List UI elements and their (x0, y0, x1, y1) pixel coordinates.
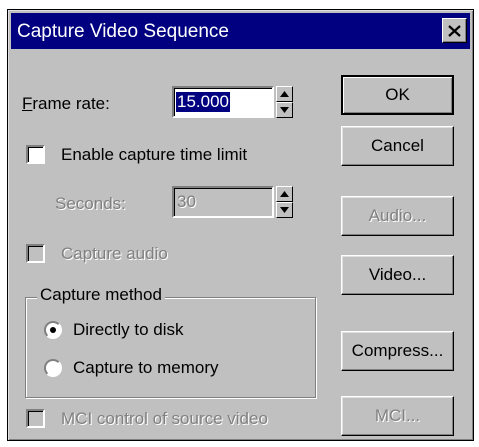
title-bar[interactable]: Capture Video Sequence (11, 13, 470, 49)
time-limit-label[interactable]: Enable capture time limit (61, 145, 247, 165)
seconds-label: Seconds: (55, 194, 126, 213)
frame-rate-label-text: rame rate: (32, 94, 110, 113)
radio-label-directly-to-disk[interactable]: Directly to disk (73, 320, 184, 340)
arrow-up-icon (280, 91, 289, 97)
capture-audio-label: Capture audio (61, 244, 168, 263)
frame-rate-label: Frame rate: (22, 94, 110, 113)
compress-button[interactable]: Compress... (341, 331, 454, 371)
seconds-value: 30 (177, 192, 196, 211)
frame-rate-down-button[interactable] (276, 102, 293, 118)
close-button[interactable] (442, 18, 467, 43)
arrow-up-icon (280, 191, 289, 197)
capture-method-group (25, 297, 316, 398)
mci-control-label: MCI control of source video (61, 409, 268, 428)
dialog-title: Capture Video Sequence (17, 21, 229, 42)
frame-rate-spinner[interactable] (276, 86, 293, 118)
radio-directly-to-disk[interactable] (44, 321, 62, 339)
capture-video-dialog: Capture Video Sequence Frame rate: 15.00… (7, 9, 474, 441)
arrow-down-icon (280, 207, 289, 213)
video-button[interactable]: Video... (341, 255, 454, 295)
close-icon (448, 24, 461, 37)
radio-label-capture-to-memory[interactable]: Capture to memory (73, 358, 219, 378)
frame-rate-input[interactable]: 15.000 (172, 86, 274, 118)
frame-rate-up-button[interactable] (276, 86, 293, 102)
capture-audio-checkbox[interactable] (26, 244, 45, 263)
capture-method-title: Capture method (37, 285, 165, 305)
audio-button[interactable]: Audio... (341, 196, 454, 236)
ok-button[interactable]: OK (341, 75, 454, 115)
seconds-input[interactable]: 30 (172, 186, 274, 218)
frame-rate-value: 15.000 (176, 92, 230, 112)
seconds-down-button[interactable] (276, 202, 293, 218)
time-limit-checkbox[interactable] (26, 145, 45, 164)
mci-control-checkbox[interactable] (26, 409, 45, 428)
cancel-button[interactable]: Cancel (341, 126, 454, 166)
radio-capture-to-memory[interactable] (44, 359, 62, 377)
seconds-spinner[interactable] (276, 186, 293, 218)
seconds-up-button[interactable] (276, 186, 293, 202)
radio-selected-dot (50, 327, 56, 333)
mci-button[interactable]: MCI... (341, 396, 454, 436)
arrow-down-icon (280, 107, 289, 113)
